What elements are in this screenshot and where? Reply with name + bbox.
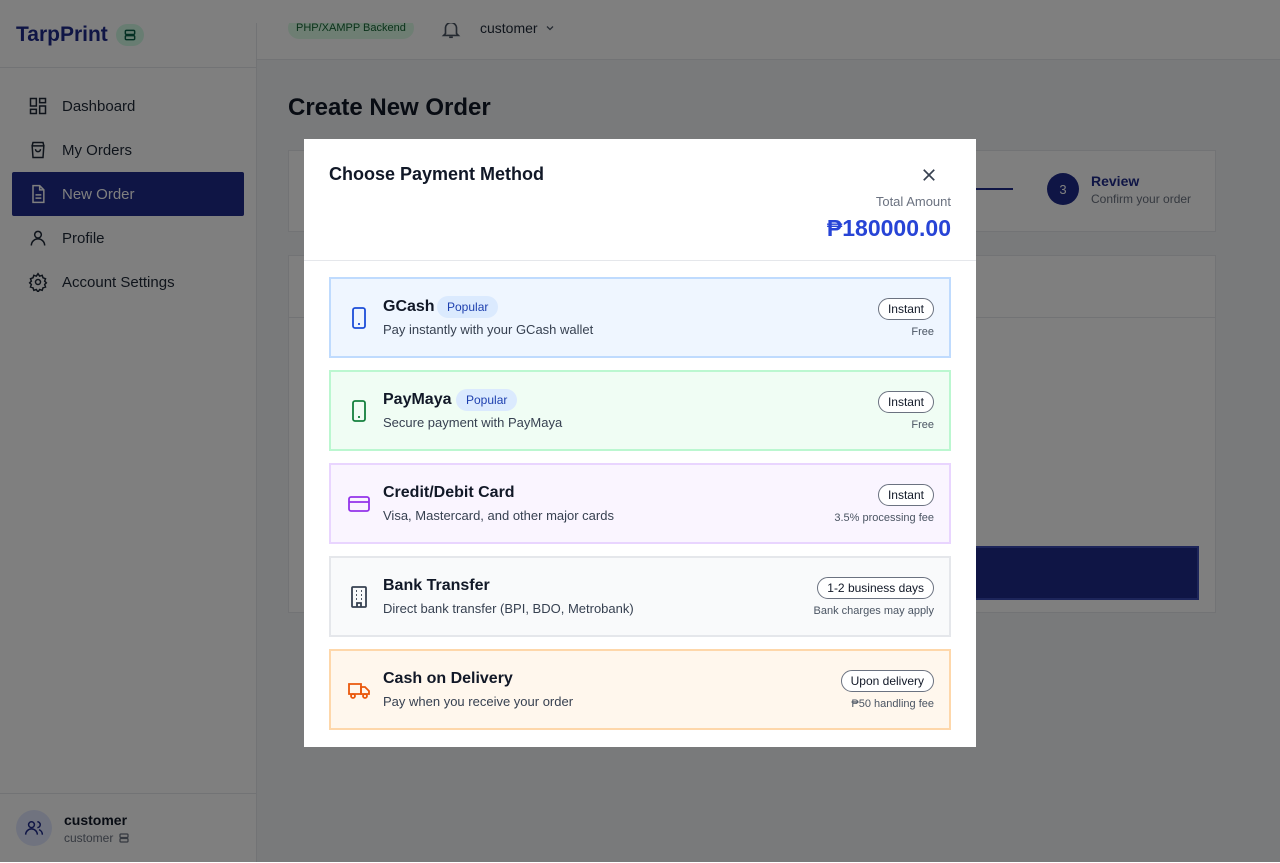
close-button[interactable] [918,164,940,186]
payment-option-cash-on-delivery[interactable]: Cash on Delivery Pay when you receive yo… [329,649,951,730]
payment-option-bank-transfer[interactable]: Bank Transfer Direct bank transfer (BPI,… [329,556,951,637]
payment-option-credit-card[interactable]: Credit/Debit Card Visa, Mastercard, and … [329,463,951,544]
payment-option-name: GCash [383,298,435,315]
payment-speed-badge: 1-2 business days [817,577,934,599]
payment-method-modal: Choose Payment Method Total Amount ₱1800… [304,139,976,747]
payment-fee: Free [911,419,934,431]
payment-speed-badge: Instant [877,484,934,506]
payment-option-description: Direct bank transfer (BPI, BDO, Metroban… [383,601,634,616]
payment-fee: Bank charges may apply [813,605,934,617]
payment-option-paymaya[interactable]: PayMaya Popular Secure payment with PayM… [329,370,951,451]
total-amount-value: ₱180000.00 [826,215,951,241]
modal-title: Choose Payment Method [329,164,545,184]
payment-option-description: Pay when you receive your order [383,694,574,709]
credit-card-icon [348,496,370,512]
payment-fee: ₱50 handling fee [851,698,934,710]
payment-option-gcash[interactable]: GCash Popular Pay instantly with your GC… [329,277,951,358]
payment-fee: 3.5% processing fee [834,512,934,524]
payment-speed-badge: Instant [877,298,934,320]
payment-option-description: Secure payment with PayMaya [383,415,563,430]
total-amount-label: Total Amount [875,194,951,209]
payment-option-name: Bank Transfer [383,577,490,594]
payment-fee: Free [911,326,934,338]
truck-icon [348,683,370,699]
payment-option-description: Pay instantly with your GCash wallet [383,322,594,337]
popular-badge: Popular [456,389,518,411]
smartphone-icon [352,307,366,329]
popular-badge: Popular [437,296,499,318]
payment-option-description: Visa, Mastercard, and other major cards [383,508,614,523]
payment-option-name: PayMaya [383,391,452,408]
payment-option-name: Cash on Delivery [383,670,513,687]
payment-speed-badge: Upon delivery [840,670,934,692]
building-icon [351,586,367,608]
payment-option-name: Credit/Debit Card [383,484,515,501]
smartphone-icon [352,400,366,422]
payment-speed-badge: Instant [877,391,934,413]
modal-header: Choose Payment Method Total Amount ₱1800… [304,139,976,261]
payment-method-list: GCash Popular Pay instantly with your GC… [329,277,951,742]
close-icon [923,169,935,181]
